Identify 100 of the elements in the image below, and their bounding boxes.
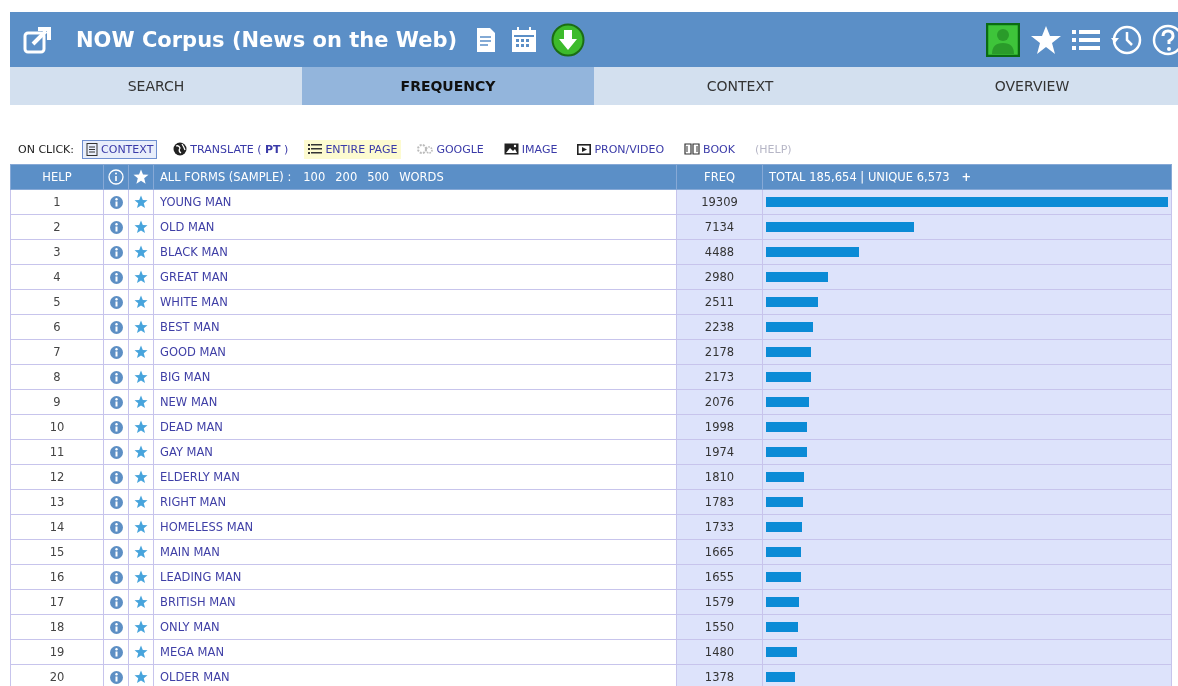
word-link[interactable]: NEW MAN <box>160 395 218 409</box>
info-icon[interactable] <box>109 195 123 209</box>
user-icon[interactable] <box>986 22 1020 57</box>
info-icon[interactable] <box>109 520 123 534</box>
star-icon[interactable] <box>134 570 148 584</box>
tab[interactable]: SEARCH <box>10 67 302 105</box>
word-link[interactable]: RIGHT MAN <box>160 495 226 509</box>
tab[interactable]: OVERVIEW <box>886 67 1178 105</box>
rank-cell: 12 <box>10 464 104 490</box>
frequency-cell: 7134 <box>676 214 763 240</box>
info-icon[interactable] <box>109 370 123 384</box>
frequency-cell: 1665 <box>676 539 763 565</box>
tab[interactable]: CONTEXT <box>594 67 886 105</box>
frequency-cell: 2238 <box>676 314 763 340</box>
info-icon[interactable] <box>109 470 123 484</box>
star-icon[interactable] <box>134 220 148 234</box>
info-icon[interactable] <box>109 245 123 259</box>
on-click-option[interactable]: BOOK <box>680 139 739 159</box>
word-link[interactable]: WHITE MAN <box>160 295 228 309</box>
info-icon[interactable] <box>109 645 123 659</box>
star-icon[interactable] <box>134 195 148 209</box>
word-link[interactable]: BRITISH MAN <box>160 595 236 609</box>
star-icon[interactable] <box>134 670 148 684</box>
star-icon[interactable] <box>134 470 148 484</box>
word-link[interactable]: ELDERLY MAN <box>160 470 240 484</box>
word-link[interactable]: DEAD MAN <box>160 420 223 434</box>
help-icon[interactable] <box>1152 23 1178 56</box>
word-link[interactable]: MEGA MAN <box>160 645 224 659</box>
word-link[interactable]: OLD MAN <box>160 220 215 234</box>
star-icon[interactable] <box>134 420 148 434</box>
star-icon[interactable] <box>134 520 148 534</box>
word-link[interactable]: GOOD MAN <box>160 345 226 359</box>
star-icon[interactable] <box>134 445 148 459</box>
book-icon <box>684 143 701 155</box>
star-icon[interactable] <box>134 370 148 384</box>
info-icon[interactable] <box>109 320 123 334</box>
star-icon[interactable] <box>134 395 148 409</box>
word-link[interactable]: MAIN MAN <box>160 545 220 559</box>
on-click-option[interactable]: TRANSLATE ( PT ) <box>169 139 293 159</box>
frequency-cell: 1733 <box>676 514 763 540</box>
frequency-cell: 2178 <box>676 339 763 365</box>
word-link[interactable]: HOMELESS MAN <box>160 520 254 534</box>
calendar-icon[interactable] <box>511 26 538 53</box>
download-icon[interactable] <box>551 22 586 57</box>
history-icon[interactable] <box>1110 23 1142 56</box>
info-icon[interactable] <box>109 545 123 559</box>
star-icon[interactable] <box>134 620 148 634</box>
on-click-option[interactable]: PRON/VIDEO <box>573 139 669 159</box>
star-icon[interactable] <box>134 320 148 334</box>
word-link[interactable]: OLDER MAN <box>160 670 230 684</box>
info-icon[interactable] <box>109 345 123 359</box>
star-icon[interactable] <box>134 595 148 609</box>
frequency-cell: 2511 <box>676 289 763 315</box>
rank-cell: 14 <box>10 514 104 540</box>
word-link[interactable]: GAY MAN <box>160 445 213 459</box>
document-icon[interactable] <box>475 25 498 54</box>
rank-cell: 16 <box>10 564 104 590</box>
info-icon[interactable] <box>109 220 123 234</box>
info-icon[interactable] <box>109 495 123 509</box>
info-icon[interactable] <box>109 670 123 684</box>
rank-cell: 13 <box>10 489 104 515</box>
frequency-cell: 1480 <box>676 639 763 665</box>
star-icon[interactable] <box>1030 24 1062 55</box>
info-icon[interactable] <box>109 295 123 309</box>
word-link[interactable]: BLACK MAN <box>160 245 228 259</box>
on-click-option[interactable]: GOOGLE <box>413 139 488 159</box>
star-icon[interactable] <box>134 270 148 284</box>
video-icon <box>577 143 592 155</box>
external-link-icon[interactable] <box>22 24 52 55</box>
list-icon[interactable] <box>1072 27 1100 52</box>
star-icon[interactable] <box>134 245 148 259</box>
star-icon[interactable] <box>134 295 148 309</box>
word-link[interactable]: YOUNG MAN <box>160 195 232 209</box>
info-icon[interactable] <box>109 570 123 584</box>
rank-cell: 7 <box>10 339 104 365</box>
info-icon[interactable] <box>109 270 123 284</box>
info-icon[interactable] <box>109 620 123 634</box>
star-icon[interactable] <box>134 545 148 559</box>
info-icon[interactable] <box>109 420 123 434</box>
info-icon[interactable] <box>109 445 123 459</box>
info-icon[interactable] <box>109 395 123 409</box>
rank-cell: 2 <box>10 214 104 240</box>
image-icon <box>503 143 519 155</box>
word-link[interactable]: BEST MAN <box>160 320 220 334</box>
rank-cell: 9 <box>10 389 104 415</box>
word-link[interactable]: BIG MAN <box>160 370 211 384</box>
rank-cell: 5 <box>10 289 104 315</box>
on-click-option[interactable]: CONTEXT <box>82 139 158 159</box>
on-click-option[interactable]: IMAGE <box>499 139 562 159</box>
info-icon[interactable] <box>109 595 123 609</box>
word-link[interactable]: GREAT MAN <box>160 270 229 284</box>
rank-cell: 17 <box>10 589 104 615</box>
star-icon[interactable] <box>134 345 148 359</box>
tab[interactable]: FREQUENCY <box>302 67 594 105</box>
star-icon[interactable] <box>134 645 148 659</box>
word-link[interactable]: ONLY MAN <box>160 620 220 634</box>
on-click-option[interactable]: ENTIRE PAGE <box>304 139 402 159</box>
frequency-cell: 1810 <box>676 464 763 490</box>
star-icon[interactable] <box>134 495 148 509</box>
word-link[interactable]: LEADING MAN <box>160 570 242 584</box>
